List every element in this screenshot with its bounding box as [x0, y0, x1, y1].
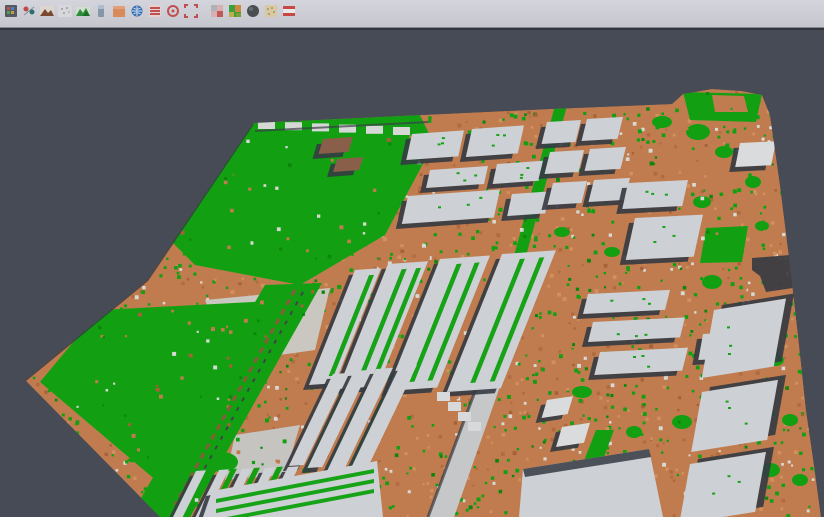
- main-toolbar: [0, 0, 824, 28]
- toolbar-separator: [200, 2, 208, 22]
- red-crop-icon: [183, 3, 199, 22]
- dark-sphere-icon: [245, 3, 261, 22]
- globe-sync-icon: [129, 3, 145, 22]
- toolbar-button-red-crop[interactable]: [182, 2, 200, 22]
- toolbar-button-red-target[interactable]: [164, 2, 182, 22]
- toolbar-button-terrain-brown[interactable]: [38, 2, 56, 22]
- toolbar-button-point-pair[interactable]: [20, 2, 38, 22]
- toolbar-button-globe-sync[interactable]: [128, 2, 146, 22]
- point-pair-icon: [21, 3, 37, 22]
- toolbar-button-cube-multicolor[interactable]: [2, 2, 20, 22]
- toolbar-button-blue-column[interactable]: [92, 2, 110, 22]
- toolbar-button-red-stripes[interactable]: [280, 2, 298, 22]
- toolbar-shadow: [0, 28, 824, 30]
- toolbar-button-red-list[interactable]: [146, 2, 164, 22]
- classified-mesh-render[interactable]: [0, 0, 824, 517]
- toolbar-button-terrain-green[interactable]: [74, 2, 92, 22]
- toolbar-button-sand-texture[interactable]: [262, 2, 280, 22]
- sparse-points-icon: [57, 3, 73, 22]
- red-stripes-icon: [281, 3, 297, 22]
- red-target-icon: [165, 3, 181, 22]
- toolbar-button-classification-map[interactable]: [226, 2, 244, 22]
- 3d-viewport[interactable]: [0, 0, 824, 517]
- red-list-icon: [147, 3, 163, 22]
- sand-texture-icon: [263, 3, 279, 22]
- toolbar-button-dark-sphere[interactable]: [244, 2, 262, 22]
- application-window: [0, 0, 824, 517]
- terrain-brown-icon: [39, 3, 55, 22]
- blue-column-icon: [93, 3, 109, 22]
- toolbar-button-orange-plane[interactable]: [110, 2, 128, 22]
- terrain-green-icon: [75, 3, 91, 22]
- toolbar-button-sparse-points[interactable]: [56, 2, 74, 22]
- orange-plane-icon: [111, 3, 127, 22]
- toolbar-button-checker-red[interactable]: [208, 2, 226, 22]
- classification-map-icon: [227, 3, 243, 22]
- checker-red-icon: [209, 3, 225, 22]
- cube-multicolor-icon: [3, 3, 19, 22]
